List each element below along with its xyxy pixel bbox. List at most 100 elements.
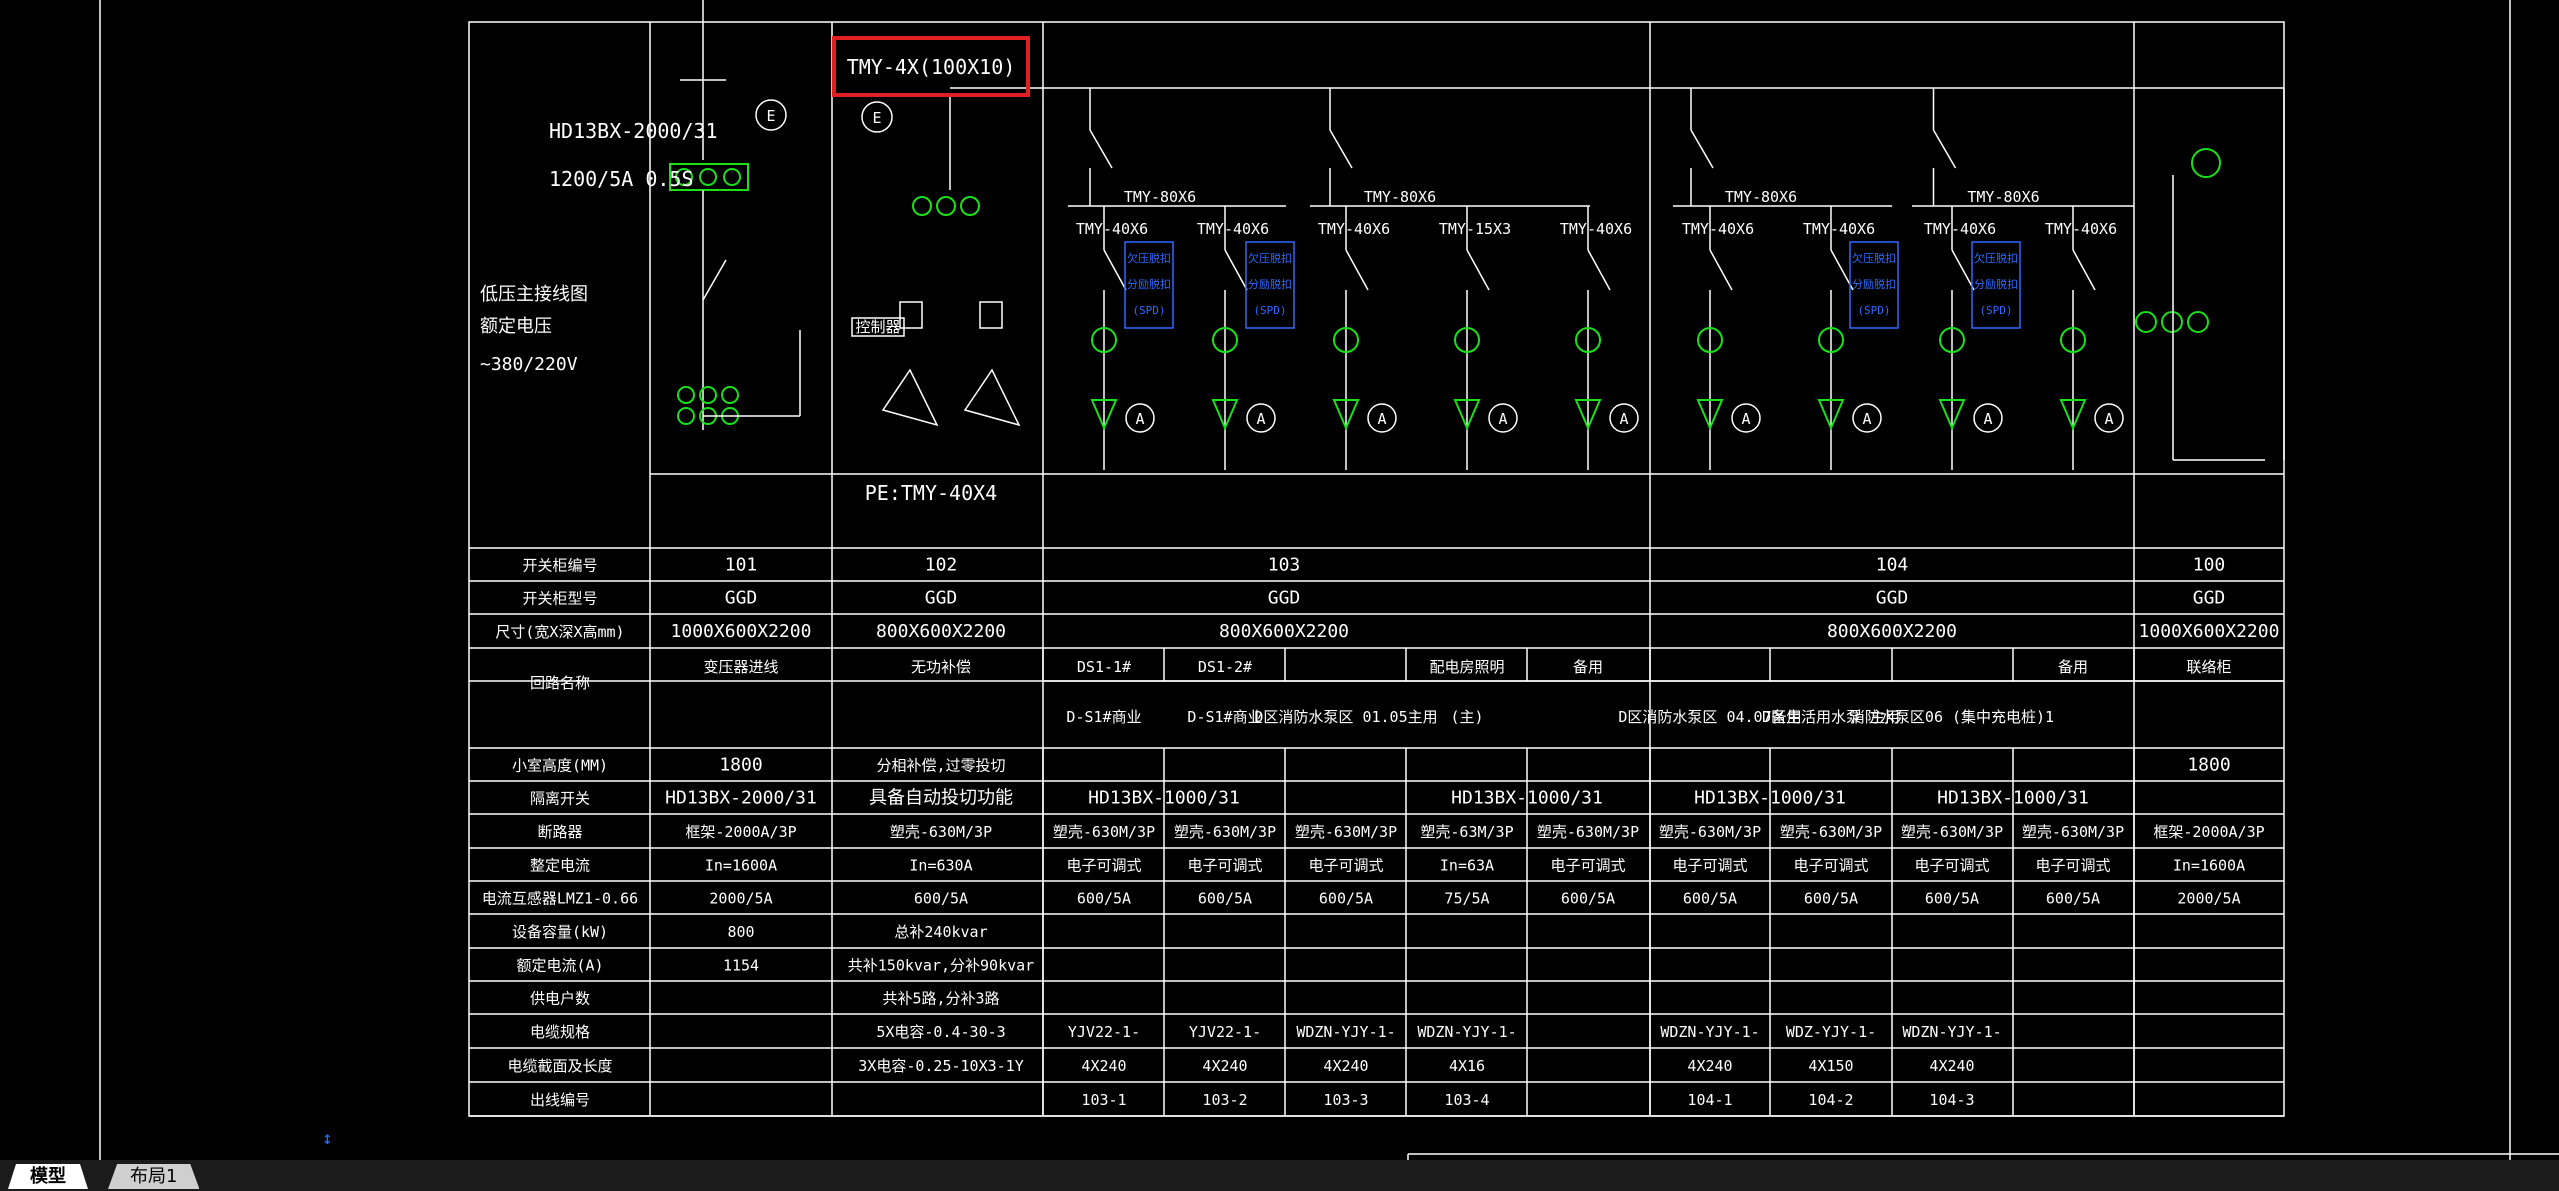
- feeder-bus-label: TMY-40X6: [1560, 220, 1632, 238]
- cabinet-size: 800X600X2200: [1219, 621, 1349, 642]
- capacitor-triangle: [881, 368, 939, 427]
- cable-spec: YJV22-1-: [1189, 1023, 1261, 1041]
- ammeter-label: A: [1135, 410, 1144, 428]
- ct-coil: [677, 386, 695, 404]
- cable-spec: YJV22-1-: [1068, 1023, 1140, 1041]
- cable-section: 4X240: [1202, 1057, 1247, 1075]
- feeder-switch: [1103, 249, 1127, 291]
- branch-bus-label: TMY-80X6: [1364, 188, 1436, 206]
- tab-model[interactable]: 模型: [8, 1164, 88, 1189]
- relay-label: 欠压脱扣: [1852, 251, 1896, 265]
- isolator-value: HD13BX-1000/31: [1088, 788, 1240, 809]
- circuit-name-bottom: D区消防水泵区 01.05主用: [1254, 708, 1437, 726]
- breaker-value: 塑壳-630M/3P: [1780, 823, 1882, 841]
- branch-bus-label: TMY-80X6: [1967, 188, 2039, 206]
- cable-spec: WDZN-YJY-1-: [1296, 1023, 1395, 1041]
- breaker-value: 塑壳-630M/3P: [1537, 823, 1639, 841]
- branch-bus-label: TMY-80X6: [1725, 188, 1797, 206]
- ct-value: 600/5A: [1561, 890, 1615, 908]
- main-title-3: ~380/220V: [480, 354, 578, 375]
- cable-section: 4X240: [1081, 1057, 1126, 1075]
- relay-label: (SPD): [1253, 304, 1286, 317]
- cable-spec: WDZN-YJY-1-: [1660, 1023, 1759, 1041]
- row-label: 开关柜型号: [522, 590, 597, 608]
- circuit-name-top: 备用: [1573, 658, 1603, 676]
- circuit-name-top: 联络柜: [2186, 658, 2231, 676]
- cable-section: 4X16: [1449, 1057, 1485, 1075]
- breaker-value: 框架-2000A/3P: [2153, 823, 2264, 841]
- cabinet-number: 103: [1268, 555, 1301, 576]
- relay-label: (SPD): [1132, 304, 1165, 317]
- ammeter-label: A: [1256, 410, 1265, 428]
- circuit-name-bottom: D-S1#商业: [1066, 708, 1141, 726]
- setting-value: In=1600A: [705, 857, 777, 875]
- drawing-canvas[interactable]: E E 控制器 TMY-80X6 TMY-80X6 TMY-80X6 TMY-80X6 A TM…: [0, 0, 2559, 1160]
- pe-label: PE:TMY-40X4: [865, 481, 997, 505]
- feeder-switch: [1345, 249, 1369, 291]
- room-height: 1800: [719, 755, 762, 776]
- circuit-name-top: 备用: [2058, 658, 2088, 676]
- cad-drawing: E E 控制器 TMY-80X6 TMY-80X6 TMY-80X6 TMY-80X6 A TM…: [99, 0, 2559, 1160]
- feeder-bus-label: TMY-40X6: [1924, 220, 1996, 238]
- isolator-value: HD13BX-1000/31: [1937, 788, 2089, 809]
- branch-switch: [1932, 129, 1957, 169]
- cabinet-size: 1000X600X2200: [671, 621, 812, 642]
- cabinet-size: 800X600X2200: [876, 621, 1006, 642]
- cable-section: 3X电容-0.25-10X3-1Y: [858, 1057, 1023, 1075]
- ct-coil: [677, 407, 695, 425]
- isolator-value: HD13BX-1000/31: [1694, 788, 1846, 809]
- row-label: 小室高度(MM): [512, 757, 608, 775]
- relay-label: 分励脱扣: [1852, 277, 1896, 291]
- branch-switch: [1329, 129, 1353, 169]
- breaker-value: 塑壳-630M/3P: [1295, 823, 1397, 841]
- ct-value: 600/5A: [1319, 890, 1373, 908]
- incoming-ct-label: 1200/5A 0.5S: [549, 167, 694, 191]
- cabinet-model: GGD: [2193, 588, 2226, 609]
- households-value: 共补5路,分补3路: [882, 990, 999, 1008]
- ct-value: 600/5A: [1925, 890, 1979, 908]
- outlet-number: 104-1: [1687, 1091, 1732, 1109]
- tab-layout1[interactable]: 布局1: [108, 1164, 200, 1189]
- cable-section: 4X240: [1323, 1057, 1368, 1075]
- cable-spec: WDZ-YJY-1-: [1786, 1023, 1876, 1041]
- relay-label: 分励脱扣: [1248, 277, 1292, 291]
- ct-value: 75/5A: [1444, 890, 1489, 908]
- row-label: 整定电流: [530, 857, 590, 875]
- ct-value: 2000/5A: [709, 890, 772, 908]
- current-value: 1154: [723, 957, 759, 975]
- row-label: 回路名称: [530, 674, 590, 692]
- isolator-value: 具备自动投切功能: [869, 788, 1013, 809]
- row-label: 电缆规格: [530, 1023, 590, 1041]
- cabinet-number: 100: [2193, 555, 2226, 576]
- capacity-value: 800: [727, 923, 754, 941]
- branch-switch: [1089, 129, 1113, 169]
- breaker-value: 塑壳-630M/3P: [890, 823, 992, 841]
- feeder-bus-label: TMY-40X6: [1803, 220, 1875, 238]
- cabinet-size: 1000X600X2200: [2139, 621, 2280, 642]
- breaker-value: 框架-2000A/3P: [685, 823, 796, 841]
- layout-tab-bar: 模型 布局1: [0, 1160, 2559, 1191]
- ammeter-label: A: [1377, 410, 1386, 428]
- row-label: 额定电流(A): [516, 957, 603, 975]
- circuit-name-top: 配电房照明: [1429, 658, 1504, 676]
- cabinet-number: 101: [725, 555, 758, 576]
- ct-coil: [723, 168, 741, 186]
- relay-label: 分励脱扣: [1127, 277, 1171, 291]
- outlet-number: 103-3: [1323, 1091, 1368, 1109]
- cabinet-model: GGD: [925, 588, 958, 609]
- outlet-number: 104-3: [1929, 1091, 1974, 1109]
- setting-value: 电子可调式: [1308, 857, 1383, 875]
- circuit-name-bottom: (主): [1450, 708, 1483, 726]
- circuit-name-bottom: 消防水泵区06 (集中充电桩)1: [1850, 708, 2054, 726]
- ct-value: 600/5A: [914, 890, 968, 908]
- ct-value: 600/5A: [1077, 890, 1131, 908]
- feeder-switch: [1466, 249, 1490, 291]
- relay-label: 分励脱扣: [1974, 277, 2018, 291]
- main-title-2: 额定电压: [480, 316, 552, 337]
- setting-value: In=63A: [1440, 857, 1494, 875]
- row-label: 断路器: [537, 823, 582, 841]
- ammeter-label: A: [2104, 410, 2113, 428]
- tie-ct: [2135, 311, 2157, 333]
- tie-ct: [2191, 148, 2221, 178]
- cable-section: 4X150: [1808, 1057, 1853, 1075]
